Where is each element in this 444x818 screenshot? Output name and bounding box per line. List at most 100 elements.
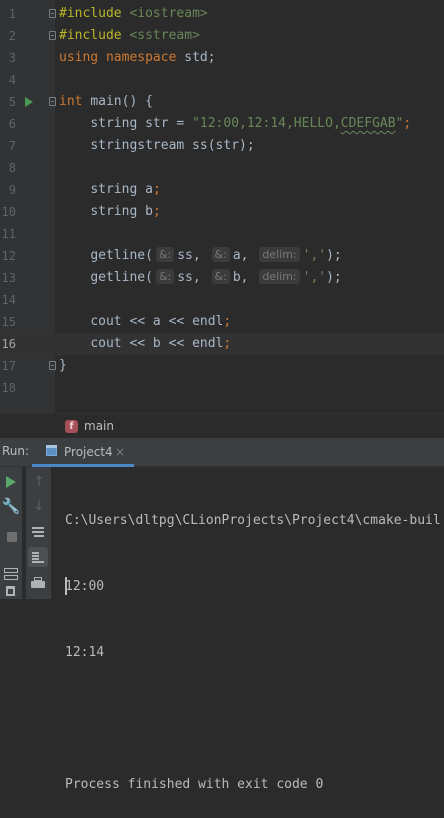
- code-text[interactable]: string a;: [59, 179, 160, 201]
- semicolon: ;: [403, 116, 412, 131]
- call-end: );: [326, 270, 342, 285]
- keyword: int: [59, 94, 83, 109]
- breadcrumb-function[interactable]: main: [84, 418, 114, 435]
- line-number: 15: [1, 315, 16, 329]
- code-text[interactable]: stringstream ss(str);: [59, 135, 255, 157]
- call-end: );: [326, 248, 342, 263]
- parameter-hint: &:: [211, 269, 230, 284]
- run-main-icon[interactable]: [25, 97, 33, 107]
- line-number: 13: [1, 271, 16, 285]
- function-icon: f: [65, 420, 78, 433]
- code-text[interactable]: string b;: [59, 201, 161, 223]
- console-line: Process finished with exit code 0: [65, 777, 324, 792]
- argument: b,: [232, 270, 249, 285]
- include-header: <iostream>: [129, 6, 208, 21]
- code-line-7[interactable]: 7 stringstream ss(str);: [0, 135, 444, 157]
- code-text[interactable]: }: [59, 355, 67, 377]
- line-number: 7: [8, 139, 16, 153]
- spellcheck-word: CDEFGAB: [340, 116, 396, 131]
- code-line-10[interactable]: 10 string b;: [0, 201, 444, 223]
- restore-layout-icon[interactable]: [1, 564, 21, 584]
- run-toolbar-right: ↑ ↓: [26, 467, 51, 599]
- code-line-16-current[interactable]: 16 cout << b << endl;: [0, 333, 444, 355]
- code-line-3[interactable]: 3 using namespace std;: [0, 47, 444, 69]
- char-literal: ',': [302, 248, 327, 263]
- close-icon[interactable]: ×: [115, 444, 125, 460]
- pin-tab-icon[interactable]: [1, 584, 21, 604]
- fold-marker-icon[interactable]: [49, 31, 56, 40]
- parameter-hint: delim:: [259, 247, 300, 262]
- line-number: 12: [1, 249, 16, 263]
- code-line-9[interactable]: 9 string a;: [0, 179, 444, 201]
- keyword: namespace: [105, 50, 177, 65]
- breadcrumb[interactable]: f main: [0, 413, 444, 439]
- function-call: getline(: [90, 270, 153, 285]
- rerun-icon[interactable]: [2, 472, 22, 492]
- parameter-hint: &:: [211, 247, 230, 262]
- stop-icon[interactable]: [2, 527, 22, 547]
- string-literal: "12:00,12:14,HELLO,: [192, 116, 341, 131]
- wrench-icon[interactable]: 🔧: [1, 496, 21, 516]
- code-text[interactable]: getline(&: ss, &: b, delim: ',');: [59, 267, 342, 289]
- code-text[interactable]: getline(&: ss, &: a, delim: ',');: [59, 245, 342, 267]
- include-header: <sstream>: [129, 28, 200, 43]
- code-line-15[interactable]: 15 cout << a << endl;: [0, 311, 444, 333]
- code-line-12[interactable]: 12 getline(&: ss, &: a, delim: ',');: [0, 245, 444, 267]
- code-text[interactable]: string str = "12:00,12:14,HELLO,CDEFGAB"…: [59, 113, 411, 135]
- fold-marker-icon[interactable]: [49, 361, 56, 370]
- code-line-6[interactable]: 6 string str = "12:00,12:14,HELLO,CDEFGA…: [0, 113, 444, 135]
- soft-wrap-icon[interactable]: [28, 522, 48, 542]
- code-line-14[interactable]: 14: [0, 289, 444, 311]
- declaration: string str =: [90, 116, 193, 131]
- code-text[interactable]: cout << b << endl;: [59, 333, 231, 355]
- parameter-hint: &:: [155, 269, 175, 284]
- print-icon[interactable]: [28, 574, 48, 594]
- stream: cout: [90, 314, 130, 329]
- operator: <<: [168, 336, 185, 351]
- declaration: string a: [90, 182, 153, 197]
- code-line-11[interactable]: 11: [0, 223, 444, 245]
- console-output[interactable]: C:\Users\dltpg\CLionProjects\Project4\cm…: [65, 466, 444, 818]
- preprocessor-directive: #include: [59, 28, 122, 43]
- console-line: 12:14: [65, 645, 105, 660]
- line-number: 18: [1, 381, 16, 395]
- code-text[interactable]: cout << a << endl;: [59, 311, 231, 333]
- line-number: 2: [8, 29, 16, 43]
- code-line-5[interactable]: 5 int main() {: [0, 91, 444, 113]
- line-number: 1: [8, 7, 16, 21]
- function-signature: main() {: [90, 94, 153, 109]
- arrow-up-icon[interactable]: ↑: [29, 472, 49, 492]
- fold-marker-icon[interactable]: [49, 97, 56, 106]
- operator: <<: [168, 314, 185, 329]
- code-line-17[interactable]: 17 }: [0, 355, 444, 377]
- closing-brace: }: [59, 358, 67, 373]
- tab-project4[interactable]: Project4 ×: [32, 438, 134, 467]
- run-label: Run:: [2, 444, 30, 458]
- code-line-13[interactable]: 13 getline(&: ss, &: b, delim: ',');: [0, 267, 444, 289]
- code-text[interactable]: #include <sstream>: [59, 25, 200, 47]
- line-number: 14: [1, 293, 16, 307]
- scroll-to-end-icon[interactable]: [28, 547, 48, 567]
- code-text[interactable]: using namespace std;: [59, 47, 216, 69]
- line-number: 10: [1, 205, 16, 219]
- code-line-4[interactable]: 4: [0, 69, 444, 91]
- semicolon: ;: [152, 204, 161, 219]
- manipulator: endl: [184, 314, 224, 329]
- char-literal: ',': [302, 270, 327, 285]
- statement: stringstream ss(str);: [90, 138, 255, 153]
- code-line-8[interactable]: 8: [0, 157, 444, 179]
- code-line-18[interactable]: 18: [0, 377, 444, 399]
- code-text[interactable]: int main() {: [59, 91, 153, 113]
- fold-marker-icon[interactable]: [49, 9, 56, 18]
- argument: ss,: [177, 248, 201, 263]
- keyword: using: [59, 50, 99, 65]
- code-line-1[interactable]: 1 #include <iostream>: [0, 3, 444, 25]
- console-line: C:\Users\dltpg\CLionProjects\Project4\cm…: [65, 513, 441, 528]
- parameter-hint: &:: [155, 247, 175, 262]
- run-tool-window-header: Run: Project4 ×: [0, 438, 444, 467]
- arrow-down-icon[interactable]: ↓: [29, 496, 49, 516]
- code-line-2[interactable]: 2 #include <sstream>: [0, 25, 444, 47]
- code-text[interactable]: #include <iostream>: [59, 3, 208, 25]
- code-editor[interactable]: 1 #include <iostream> 2 #include <sstrea…: [0, 0, 444, 413]
